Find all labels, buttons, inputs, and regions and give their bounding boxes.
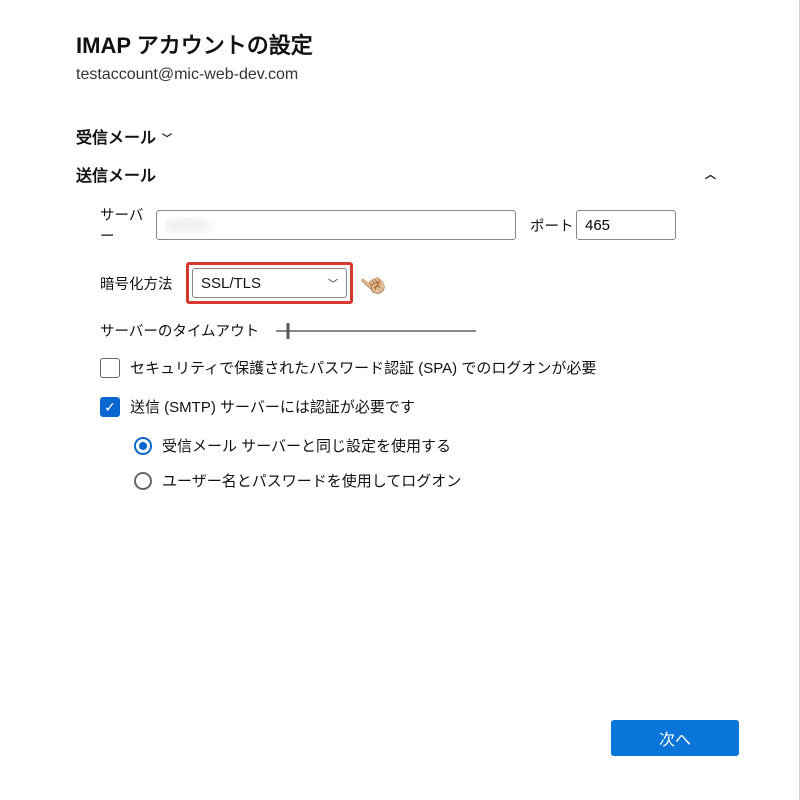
smtp-auth-radio-group: 受信メール サーバーと同じ設定を使用する ユーザー名とパスワードを使用してログオ… — [76, 435, 799, 491]
slider-track — [276, 330, 476, 332]
radio-userpass[interactable] — [134, 472, 152, 490]
chevron-down-icon: ﹀ — [162, 130, 172, 145]
radio-same-settings[interactable] — [134, 437, 152, 455]
timeout-row: サーバーのタイムアウト — [76, 320, 799, 341]
radio-same-settings-row[interactable]: 受信メール サーバーと同じ設定を使用する — [110, 435, 799, 456]
encryption-method-select[interactable]: SSL/TLS ﹀ — [192, 268, 347, 298]
chevron-up-icon: ︿ — [705, 166, 716, 182]
encryption-label: 暗号化方法 — [76, 273, 186, 294]
imap-account-settings-dialog: IMAP アカウントの設定 testaccount@mic-web-dev.co… — [0, 0, 800, 800]
server-label: サーバー — [76, 204, 156, 246]
encryption-row: 暗号化方法 SSL/TLS ﹀ ☝🏼 — [76, 262, 799, 304]
radio-same-settings-label: 受信メール サーバーと同じ設定を使用する — [162, 435, 451, 456]
page-title: IMAP アカウントの設定 — [76, 28, 799, 60]
server-timeout-slider[interactable] — [276, 321, 476, 341]
outgoing-mail-heading: 送信メール — [76, 162, 156, 186]
smtp-server-input[interactable] — [156, 210, 516, 240]
port-label: ポート — [516, 215, 576, 236]
smtp-port-input[interactable] — [576, 210, 676, 240]
incoming-mail-section-toggle[interactable]: 受信メール ﹀ — [76, 124, 799, 148]
pointing-hand-icon: ☝🏼 — [355, 265, 393, 303]
smtp-auth-checkbox-row[interactable]: ✓ 送信 (SMTP) サーバーには認証が必要です — [76, 396, 799, 417]
spa-checkbox-label: セキュリティで保護されたパスワード認証 (SPA) でのログオンが必要 — [130, 357, 596, 378]
slider-thumb[interactable] — [287, 323, 290, 339]
radio-userpass-row[interactable]: ユーザー名とパスワードを使用してログオン — [110, 470, 799, 491]
smtp-auth-checkbox[interactable]: ✓ — [100, 397, 120, 417]
encryption-highlight-box: SSL/TLS ﹀ — [186, 262, 353, 304]
timeout-label: サーバーのタイムアウト — [76, 320, 276, 341]
server-port-row: サーバー ポート — [76, 204, 799, 246]
outgoing-mail-section-toggle[interactable]: 送信メール ︿ — [76, 162, 716, 186]
radio-userpass-label: ユーザー名とパスワードを使用してログオン — [162, 470, 461, 491]
next-button[interactable]: 次へ — [611, 720, 739, 756]
account-email: testaccount@mic-web-dev.com — [76, 66, 799, 84]
incoming-mail-heading: 受信メール — [76, 124, 156, 148]
chevron-down-icon: ﹀ — [328, 276, 338, 291]
spa-checkbox-row[interactable]: セキュリティで保護されたパスワード認証 (SPA) でのログオンが必要 — [76, 357, 799, 378]
spa-checkbox[interactable] — [100, 358, 120, 378]
smtp-auth-checkbox-label: 送信 (SMTP) サーバーには認証が必要です — [130, 396, 415, 417]
encryption-method-value: SSL/TLS — [201, 275, 261, 292]
